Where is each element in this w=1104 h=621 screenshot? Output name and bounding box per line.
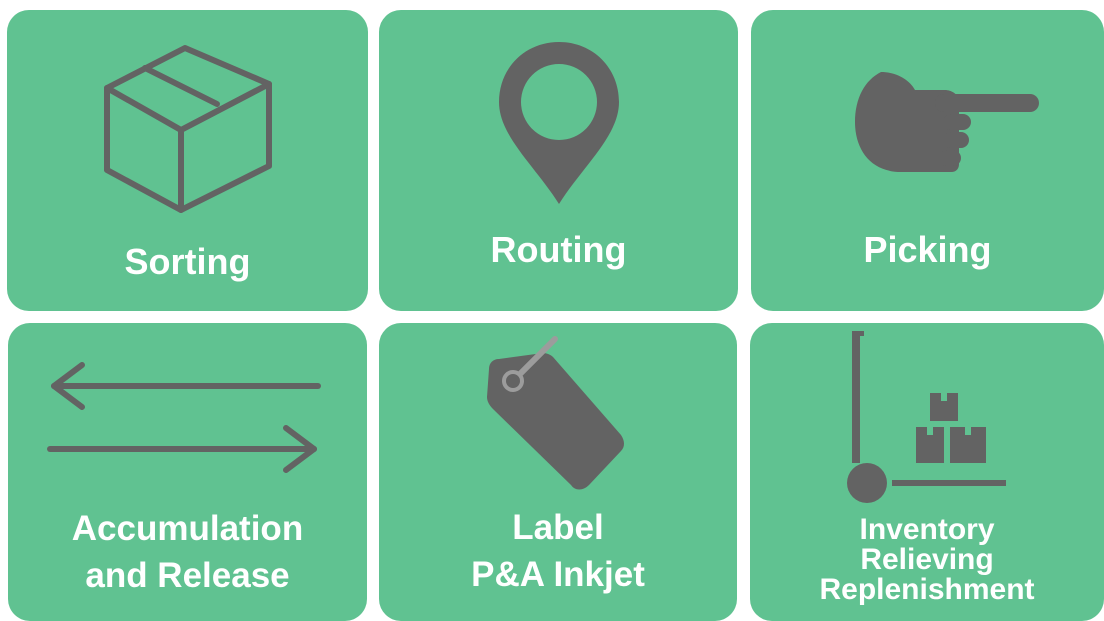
tile-label: Routing: [490, 229, 627, 270]
tile-label: Label P&A Inkjet: [471, 508, 645, 594]
tag-icon: [487, 336, 624, 490]
tile-label: Sorting: [124, 241, 251, 282]
tile-label: Accumulation and Release: [71, 509, 304, 595]
hand-truck-boxes-icon: [847, 331, 1006, 503]
tile-label-pa-inkjet[interactable]: Label P&A Inkjet: [379, 323, 737, 621]
two-way-arrows-icon: [47, 362, 321, 473]
tile-label: Inventory Relieving Replenishment: [819, 513, 1035, 606]
pointing-hand-icon: [855, 72, 1039, 172]
tile-picking[interactable]: Picking: [751, 10, 1104, 311]
map-pin-icon: [499, 42, 619, 204]
tile-label: Picking: [863, 229, 992, 270]
tile-inventory-replenishment[interactable]: Inventory Relieving Replenishment: [750, 323, 1104, 621]
box-icon: [104, 45, 272, 213]
tile-accumulation-release[interactable]: Accumulation and Release: [8, 323, 367, 621]
tile-routing[interactable]: Routing: [379, 10, 738, 311]
tile-sorting[interactable]: Sorting: [7, 10, 368, 311]
